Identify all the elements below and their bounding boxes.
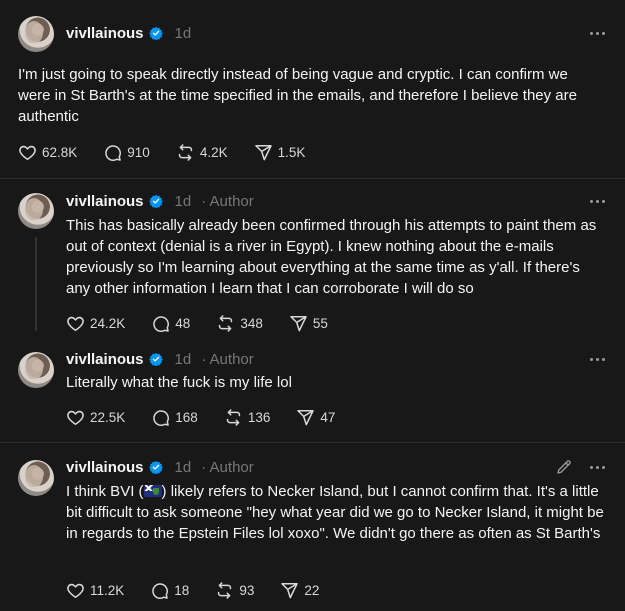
comment-icon [151, 408, 170, 427]
timestamp[interactable]: 1d [175, 25, 192, 42]
reply-count: 910 [127, 144, 150, 160]
post-actions: 11.2K 18 93 22 [66, 580, 345, 600]
avatar[interactable] [18, 352, 54, 388]
post-3: vivllainous 1d · Author Literally what t… [0, 338, 625, 442]
like-button[interactable]: 62.8K [18, 143, 77, 162]
comment-icon [151, 314, 170, 333]
reply-count: 48 [175, 315, 191, 331]
avatar[interactable] [18, 193, 54, 229]
reply-count: 18 [174, 582, 190, 598]
like-button[interactable]: 11.2K [66, 581, 124, 600]
reply-button[interactable]: 48 [151, 314, 190, 333]
more-icon[interactable] [587, 23, 607, 43]
like-button[interactable]: 22.5K [66, 408, 125, 427]
repost-icon [176, 143, 195, 162]
avatar[interactable] [18, 16, 54, 52]
share-button[interactable]: 47 [296, 408, 335, 427]
post-text: Literally what the fuck is my life lol [66, 374, 292, 391]
timestamp[interactable]: 1d [175, 193, 192, 210]
bvi-flag-icon [143, 485, 162, 497]
username[interactable]: vivllainous [66, 351, 144, 368]
author-label: · Author [201, 350, 254, 368]
heart-icon [66, 408, 85, 427]
reply-button[interactable]: 910 [103, 143, 150, 162]
verified-badge-icon [149, 460, 163, 474]
repost-count: 93 [239, 582, 255, 598]
heart-icon [18, 143, 37, 162]
like-count: 11.2K [90, 582, 125, 598]
share-count: 1.5K [277, 144, 306, 160]
repost-button[interactable]: 136 [224, 408, 271, 427]
post-text: I think BVI () likely refers to Necker I… [66, 481, 611, 544]
post-header: vivllainous 1d · Author [66, 190, 254, 212]
username[interactable]: vivllainous [66, 193, 144, 210]
share-button[interactable]: 55 [289, 314, 328, 333]
send-icon [280, 581, 299, 600]
verified-badge-icon [149, 26, 163, 40]
more-icon[interactable] [587, 349, 607, 369]
heart-icon [66, 314, 85, 333]
timestamp[interactable]: 1d [175, 459, 192, 476]
pencil-icon[interactable] [555, 458, 573, 476]
post-actions: 62.8K 910 4.2K 1.5K [18, 142, 331, 162]
share-button[interactable]: 1.5K [254, 143, 306, 162]
heart-icon [66, 581, 85, 600]
repost-icon [215, 581, 234, 600]
post-header: vivllainous 1d [66, 22, 191, 44]
post-text-part: I think BVI ( [66, 483, 144, 500]
reply-button[interactable]: 168 [151, 408, 198, 427]
share-button[interactable]: 22 [280, 581, 319, 600]
send-icon [254, 143, 273, 162]
post-header: vivllainous 1d · Author [66, 348, 254, 370]
username[interactable]: vivllainous [66, 25, 144, 42]
repost-count: 136 [247, 409, 271, 425]
repost-icon [224, 408, 243, 427]
like-count: 22.5K [90, 409, 126, 425]
repost-button[interactable]: 4.2K [176, 143, 228, 162]
share-count: 47 [320, 409, 336, 425]
repost-count: 4.2K [199, 144, 228, 160]
post-2: vivllainous 1d · Author This has basical… [0, 179, 625, 339]
comment-icon [150, 581, 169, 600]
repost-icon [216, 314, 235, 333]
post-actions: 22.5K 168 136 47 [66, 407, 361, 427]
verified-badge-icon [149, 352, 163, 366]
post-4: vivllainous 1d · Author I think BVI () l… [0, 443, 625, 611]
share-count: 55 [312, 315, 328, 331]
post-actions: 24.2K 48 348 55 [66, 313, 354, 333]
like-button[interactable]: 24.2K [66, 314, 125, 333]
more-icon[interactable] [587, 457, 607, 477]
author-label: · Author [201, 458, 254, 476]
like-count: 24.2K [90, 315, 126, 331]
share-count: 22 [304, 582, 320, 598]
post-header: vivllainous 1d · Author [66, 456, 254, 478]
reply-button[interactable]: 18 [150, 581, 189, 600]
username[interactable]: vivllainous [66, 459, 144, 476]
post-text: I'm just going to speak directly instead… [18, 66, 577, 125]
comment-icon [103, 143, 122, 162]
reply-count: 168 [175, 409, 198, 425]
repost-button[interactable]: 348 [216, 314, 263, 333]
post-text: This has basically already been confirme… [66, 217, 597, 297]
repost-button[interactable]: 93 [215, 581, 254, 600]
repost-count: 348 [240, 315, 263, 331]
avatar[interactable] [18, 460, 54, 496]
author-label: · Author [201, 192, 254, 210]
send-icon [296, 408, 315, 427]
verified-badge-icon [149, 194, 163, 208]
more-icon[interactable] [587, 191, 607, 211]
send-icon [289, 314, 308, 333]
timestamp[interactable]: 1d [175, 351, 192, 368]
like-count: 62.8K [42, 144, 78, 160]
post-1: vivllainous 1d I'm just going to speak d… [0, 0, 625, 178]
thread-line [35, 237, 37, 331]
